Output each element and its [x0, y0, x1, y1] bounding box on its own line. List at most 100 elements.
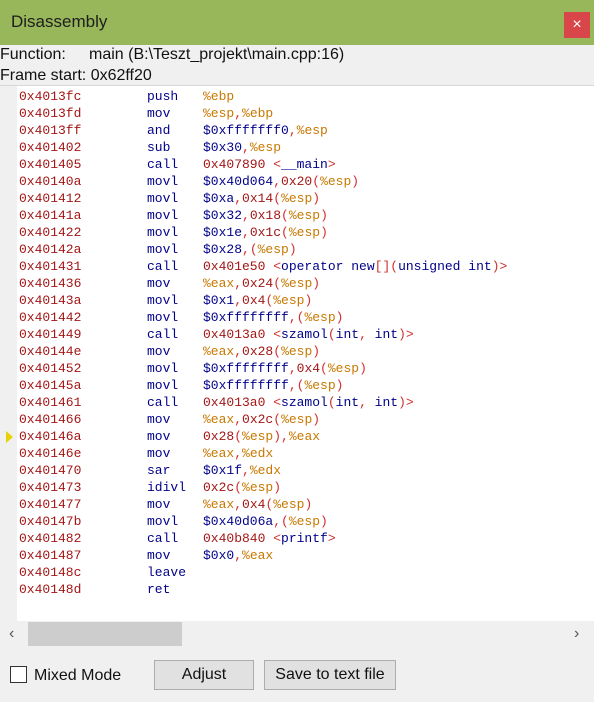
- operand-token: %edx: [242, 446, 274, 461]
- operand-token: )>: [398, 327, 414, 342]
- disasm-row[interactable]: 0x401452 movl $0xffffffff,0x4(%esp): [0, 360, 594, 377]
- operand-token: ,: [359, 395, 375, 410]
- operand-token: 0x28: [242, 344, 274, 359]
- disasm-row[interactable]: 0x401422 movl $0x1e,0x1c(%esp): [0, 224, 594, 241]
- disasm-row[interactable]: 0x40146a mov 0x28(%esp),%eax: [0, 428, 594, 445]
- disasm-row[interactable]: 0x401436 mov %eax,0x24(%esp): [0, 275, 594, 292]
- disasm-row[interactable]: 0x40144e mov %eax,0x28(%esp): [0, 343, 594, 360]
- disasm-row[interactable]: 0x401482 call 0x40b840 <printf>: [0, 530, 594, 547]
- operand-token: $0x40d06a: [203, 514, 274, 529]
- disasm-row[interactable]: 0x4013ff and $0xfffffff0,%esp: [0, 122, 594, 139]
- operands: $0xfffffff0,%esp: [203, 122, 328, 139]
- operand-token: 0x20: [281, 174, 313, 189]
- mnemonic: mov: [147, 106, 171, 121]
- frame-info: Frame start: 0x62ff20: [0, 67, 152, 85]
- disasm-row[interactable]: 0x401412 movl $0xa,0x14(%esp): [0, 190, 594, 207]
- operand-token: <: [265, 157, 282, 172]
- operand-token: ): [288, 242, 297, 257]
- adjust-button[interactable]: Adjust: [154, 660, 254, 690]
- operand-token: (: [234, 480, 243, 495]
- disasm-row[interactable]: 0x40148d ret: [0, 581, 594, 598]
- operands: %eax,0x2c(%esp): [203, 411, 320, 428]
- address: 0x40143a: [19, 293, 82, 308]
- operand-token: )>: [398, 395, 414, 410]
- operand-token: ,(: [288, 310, 305, 325]
- mnemonic: mov: [147, 344, 171, 359]
- operand-token: 0x28: [203, 429, 235, 444]
- save-to-text-file-button[interactable]: Save to text file: [264, 660, 396, 690]
- operand-token: %eax: [203, 497, 235, 512]
- close-button[interactable]: ×: [564, 12, 590, 38]
- disasm-row[interactable]: 0x401402 sub $0x30,%esp: [0, 139, 594, 156]
- disasm-row[interactable]: 0x401466 mov %eax,0x2c(%esp): [0, 411, 594, 428]
- operand-token: %edx: [249, 463, 282, 478]
- mixed-mode-label[interactable]: Mixed Mode: [34, 667, 121, 685]
- address: 0x401412: [19, 191, 82, 206]
- disasm-row[interactable]: 0x401461 call 0x4013a0 <szamol(int, int)>: [0, 394, 594, 411]
- address: 0x401477: [19, 497, 82, 512]
- chevron-left-icon[interactable]: ‹: [9, 625, 14, 643]
- operands: $0x40d064,0x20(%esp): [203, 173, 359, 190]
- disasm-row[interactable]: 0x4013fc push %ebp: [0, 88, 594, 105]
- mnemonic: movl: [147, 310, 179, 325]
- operands: $0x40d06a,(%esp): [203, 513, 328, 530]
- scrollbar-thumb[interactable]: [28, 622, 182, 646]
- operand-token: [](: [374, 259, 399, 274]
- disasm-row[interactable]: 0x401449 call 0x4013a0 <szamol(int, int)>: [0, 326, 594, 343]
- disasm-row[interactable]: 0x401477 mov %eax,0x4(%esp): [0, 496, 594, 513]
- disasm-row[interactable]: 0x40146e mov %eax,%edx: [0, 445, 594, 462]
- operand-token: %esp: [288, 208, 321, 223]
- operands: %eax,0x4(%esp): [203, 496, 312, 513]
- operand-token: ,(: [288, 378, 305, 393]
- disassembly-listing[interactable]: 0x4013fc push %ebp 0x4013fd mov %esp,%ebp 0x40…: [0, 85, 594, 622]
- operands: $0x32,0x18(%esp): [203, 207, 328, 224]
- disasm-row[interactable]: 0x40141a movl $0x32,0x18(%esp): [0, 207, 594, 224]
- operand-token: printf: [281, 531, 328, 546]
- operand-token: szamol: [281, 395, 328, 410]
- operand-token: 0x4013a0: [203, 327, 266, 342]
- disasm-row[interactable]: 0x40148c leave: [0, 564, 594, 581]
- operand-token: (: [273, 344, 282, 359]
- function-value: main (B:\Teszt_projekt\main.cpp:16): [89, 46, 345, 63]
- operand-token: %esp: [273, 497, 305, 512]
- mnemonic: ret: [147, 582, 171, 597]
- disasm-row[interactable]: 0x401473 idivl 0x2c(%esp): [0, 479, 594, 496]
- operand-token: $0xa: [203, 191, 235, 206]
- disasm-row[interactable]: 0x401442 movl $0xffffffff,(%esp): [0, 309, 594, 326]
- mnemonic: movl: [147, 378, 179, 393]
- operand-token: >: [327, 531, 336, 546]
- operand-token: (: [281, 225, 289, 240]
- disasm-row[interactable]: 0x401431 call 0x401e50 <operator new[](uns…: [0, 258, 594, 275]
- mnemonic: movl: [147, 174, 179, 189]
- address: 0x40146e: [19, 446, 82, 461]
- disasm-row[interactable]: 0x40142a movl $0x28,(%esp): [0, 241, 594, 258]
- disasm-row[interactable]: 0x401470 sar $0x1f,%edx: [0, 462, 594, 479]
- operand-token: %esp: [304, 310, 336, 325]
- address: 0x401436: [19, 276, 82, 291]
- horizontal-scrollbar[interactable]: ‹ ›: [0, 621, 594, 648]
- operand-token: ,: [273, 174, 282, 189]
- disasm-row[interactable]: 0x401405 call 0x407890 <__main>: [0, 156, 594, 173]
- mnemonic: mov: [147, 446, 171, 461]
- mixed-mode-checkbox[interactable]: [10, 666, 27, 683]
- operand-token: %esp: [242, 480, 274, 495]
- operand-token: ,: [234, 276, 243, 291]
- chevron-right-icon[interactable]: ›: [574, 625, 579, 643]
- operand-token: ,: [234, 191, 243, 206]
- disasm-row[interactable]: 0x40140a movl $0x40d064,0x20(%esp): [0, 173, 594, 190]
- disasm-row[interactable]: 0x40145a movl $0xffffffff,(%esp): [0, 377, 594, 394]
- operand-token: %esp: [320, 174, 352, 189]
- operands: $0xffffffff,(%esp): [203, 309, 343, 326]
- operand-token: 0x24: [242, 276, 274, 291]
- address: 0x4013fc: [19, 89, 82, 104]
- frame-label: Frame start:: [0, 67, 87, 84]
- operand-token: ): [320, 225, 328, 240]
- mnemonic: call: [147, 531, 179, 546]
- mnemonic: call: [147, 259, 179, 274]
- disasm-row[interactable]: 0x40143a movl $0x1,0x4(%esp): [0, 292, 594, 309]
- operand-token: $0x32: [203, 208, 243, 223]
- disasm-row[interactable]: 0x40147b movl $0x40d06a,(%esp): [0, 513, 594, 530]
- disasm-row[interactable]: 0x4013fd mov %esp,%ebp: [0, 105, 594, 122]
- disasm-row[interactable]: 0x401487 mov $0x0,%eax: [0, 547, 594, 564]
- operands: $0x30,%esp: [203, 139, 281, 156]
